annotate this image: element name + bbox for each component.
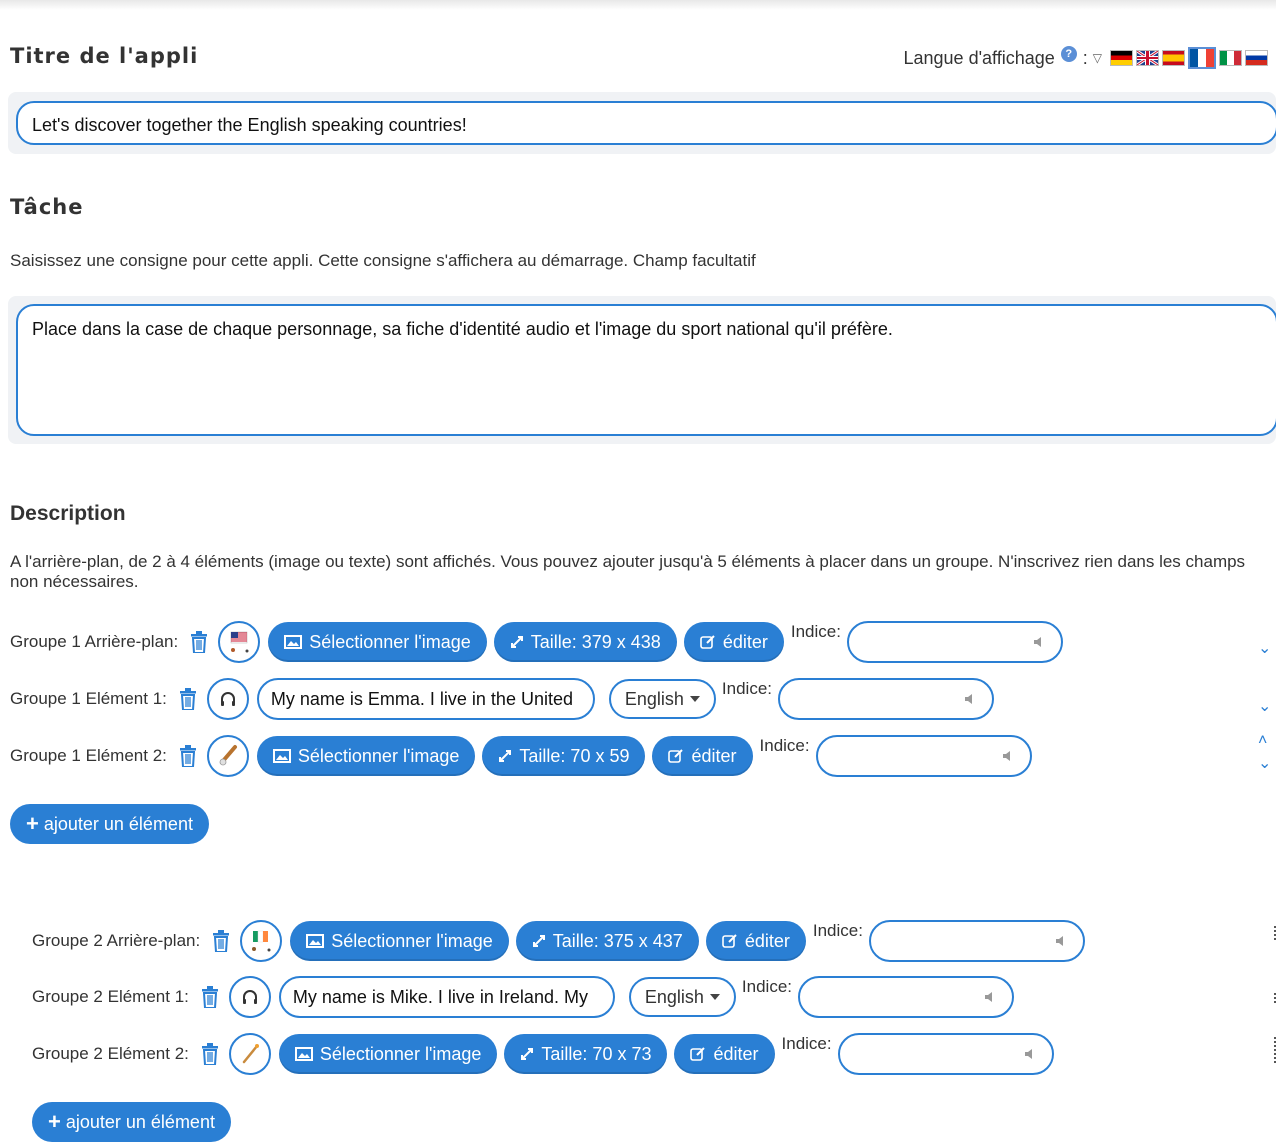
chevron-up-icon[interactable]: ˄ [1258, 733, 1267, 749]
dropdown-triangle-icon[interactable]: ▽ [1093, 51, 1102, 65]
resize-icon [532, 934, 546, 948]
speaker-icon [1033, 637, 1041, 647]
group2-element2-row: Groupe 2 Elément 2: Sélectionner l'image… [32, 1032, 1054, 1076]
image-icon [284, 635, 303, 649]
hint-input[interactable] [846, 621, 1063, 663]
us-flag-thumbnail-icon[interactable] [218, 621, 261, 663]
baseball-bat-thumbnail-icon[interactable] [206, 735, 249, 777]
speaker-icon [965, 694, 973, 704]
caret-down-icon [689, 696, 700, 702]
size-button[interactable]: Taille: 379 x 438 [493, 622, 677, 662]
task-hint: Saisissez une consigne pour cette appli.… [10, 251, 756, 270]
speaker-icon [1024, 1049, 1032, 1059]
resize-icon [510, 635, 524, 649]
hint-label: Indice: [781, 1034, 832, 1053]
plus-icon: + [26, 811, 39, 836]
edit-button[interactable]: éditer [674, 1034, 775, 1074]
hint-label: Indice: [812, 921, 863, 940]
trash-icon[interactable] [188, 630, 210, 654]
audio-text-input[interactable]: My name is Emma. I live in the United [256, 678, 595, 720]
group1-element1-label: Groupe 1 Elément 1: [10, 689, 167, 708]
hint-input[interactable] [837, 1033, 1054, 1075]
hint-label: Indice: [721, 679, 773, 698]
ireland-flag-thumbnail-icon[interactable] [240, 920, 283, 962]
size-button[interactable]: Taille: 70 x 59 [482, 736, 646, 776]
select-image-button[interactable]: Sélectionner l'image [256, 736, 476, 776]
resize-icon [520, 1047, 534, 1061]
headphones-icon[interactable] [228, 976, 271, 1018]
trash-icon[interactable] [199, 985, 221, 1009]
top-divider [0, 0, 1276, 10]
group2-element1-label: Groupe 2 Elément 1: [32, 987, 189, 1006]
speaker-icon [985, 992, 993, 1002]
spanish-flag-icon[interactable] [1162, 50, 1185, 66]
task-heading: Tâche [10, 195, 84, 219]
select-image-button[interactable]: Sélectionner l'image [268, 622, 487, 662]
hint-input[interactable] [815, 735, 1032, 777]
edit-icon [700, 634, 716, 650]
language-select[interactable]: English [628, 977, 736, 1017]
size-button[interactable]: Taille: 375 x 437 [515, 921, 699, 961]
uk-flag-icon[interactable] [1136, 50, 1159, 66]
caret-down-icon [709, 994, 720, 1000]
edit-button[interactable]: éditer [705, 921, 806, 961]
hint-label: Indice: [741, 977, 793, 996]
language-label: Langue d'affichage [903, 47, 1055, 68]
trash-icon[interactable] [199, 1042, 221, 1066]
hint-input[interactable] [798, 976, 1015, 1018]
trash-icon[interactable] [177, 687, 199, 711]
trash-icon[interactable] [177, 744, 199, 768]
resize-icon [498, 749, 512, 763]
group1-background-row: Groupe 1 Arrière-plan: Sélectionner l'im… [10, 620, 1063, 664]
group2-element1-row: Groupe 2 Elément 1: My name is Mike. I l… [32, 975, 1015, 1019]
group1-element2-label: Groupe 1 Elément 2: [10, 746, 167, 765]
chevron-down-icon[interactable]: ⌄ [1258, 641, 1271, 657]
speaker-icon [1055, 936, 1063, 946]
headphones-icon[interactable] [206, 678, 249, 720]
app-title-heading: Titre de l'appli [10, 44, 199, 68]
trash-icon[interactable] [210, 929, 232, 953]
image-icon [306, 934, 325, 948]
add-element-button[interactable]: + ajouter un élément [32, 1102, 231, 1142]
group1-element1-row: Groupe 1 Elément 1: My name is Emma. I l… [10, 677, 995, 721]
image-icon [294, 1047, 313, 1061]
russian-flag-icon[interactable] [1245, 50, 1268, 66]
group2-background-row: Groupe 2 Arrière-plan: Sélectionner l'im… [32, 919, 1085, 963]
audio-text-input[interactable]: My name is Mike. I live in Ireland. My [278, 976, 615, 1018]
hint-input[interactable] [778, 678, 995, 720]
app-title-input[interactable]: Let's discover together the English spea… [16, 101, 1276, 145]
hint-input[interactable] [868, 920, 1085, 962]
hurling-stick-thumbnail-icon[interactable] [228, 1033, 271, 1075]
help-icon[interactable]: ? [1060, 46, 1077, 62]
french-flag-icon[interactable] [1188, 47, 1216, 69]
italian-flag-icon[interactable] [1219, 50, 1242, 66]
group1-element2-row: Groupe 1 Elément 2: Sélectionner l'image… [10, 734, 1032, 778]
select-image-button[interactable]: Sélectionner l'image [290, 921, 509, 961]
description-text: A l'arrière-plan, de 2 à 4 éléments (ima… [10, 552, 1246, 591]
plus-icon: + [48, 1109, 61, 1134]
image-icon [272, 749, 291, 763]
language-colon: : [1082, 47, 1088, 68]
edit-icon [690, 1046, 706, 1062]
edit-button[interactable]: éditer [683, 622, 784, 662]
task-textarea[interactable]: Place dans la case de chaque personnage,… [16, 304, 1276, 436]
edit-button[interactable]: éditer [652, 736, 753, 776]
edit-icon [722, 933, 738, 949]
group2-background-label: Groupe 2 Arrière-plan: [32, 931, 201, 950]
group1-background-label: Groupe 1 Arrière-plan: [10, 632, 179, 651]
group2-element2-label: Groupe 2 Elément 2: [32, 1044, 189, 1063]
chevron-down-icon[interactable]: ⌄ [1258, 699, 1271, 715]
language-select[interactable]: English [608, 679, 716, 719]
edit-icon [668, 748, 684, 764]
speaker-icon [1002, 751, 1010, 761]
select-image-button[interactable]: Sélectionner l'image [278, 1034, 498, 1074]
add-element-button[interactable]: + ajouter un élément [10, 804, 209, 844]
chevron-down-icon[interactable]: ⌄ [1258, 756, 1271, 772]
german-flag-icon[interactable] [1110, 50, 1133, 66]
language-selector: Langue d'affichage ? : ▽ [903, 46, 1268, 70]
hint-label: Indice: [790, 622, 841, 641]
hint-label: Indice: [759, 736, 810, 755]
description-heading: Description [10, 502, 126, 525]
size-button[interactable]: Taille: 70 x 73 [504, 1034, 668, 1074]
